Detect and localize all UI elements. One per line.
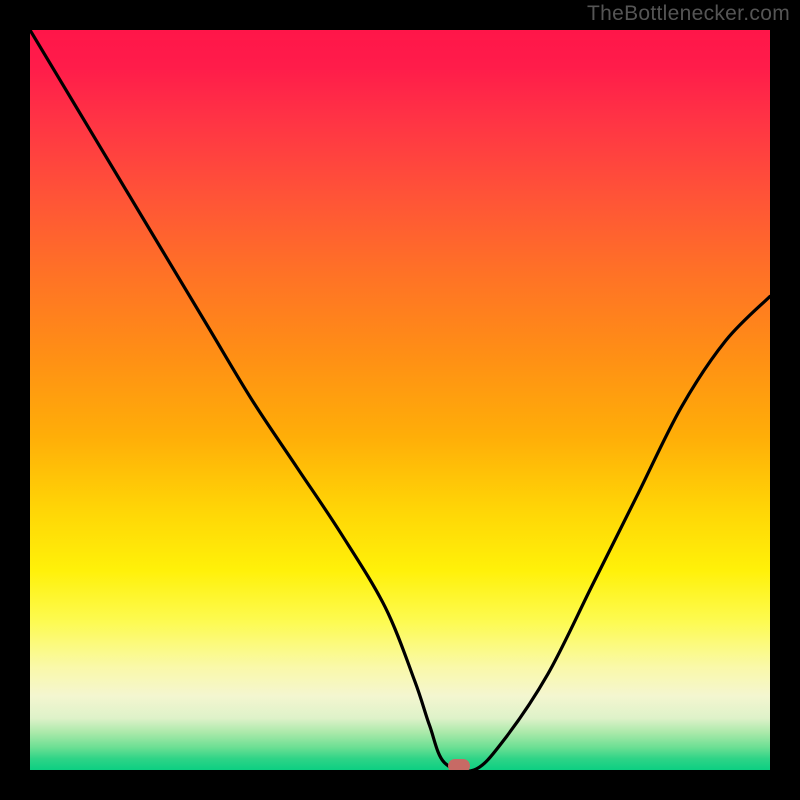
bottleneck-curve: [30, 30, 770, 770]
plot-area: [30, 30, 770, 770]
chart-frame: TheBottlenecker.com: [0, 0, 800, 800]
optimal-marker: [448, 759, 470, 770]
watermark-text: TheBottlenecker.com: [587, 2, 790, 26]
